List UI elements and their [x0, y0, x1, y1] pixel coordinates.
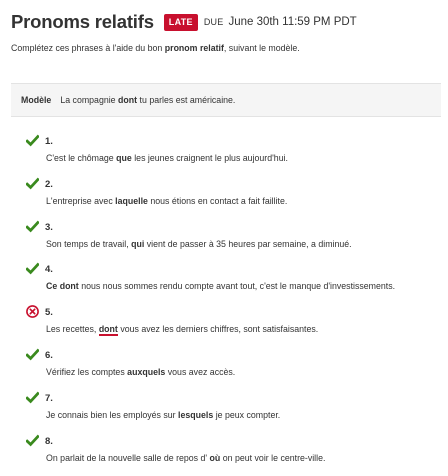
checkmark-icon: [26, 177, 39, 190]
due-date: June 30th 11:59 PM PDT: [228, 16, 357, 28]
sentence-after: je peux compter.: [213, 409, 281, 420]
item-number: 7.: [45, 392, 53, 404]
model-example: Modèle La compagnie dont tu parles est a…: [11, 83, 441, 117]
sentence-before: Je connais bien les employés sur: [46, 409, 179, 420]
answer-correct: qui: [131, 238, 145, 249]
checkmark-icon: [26, 263, 39, 275]
item-sentence: On parlait de la nouvelle salle de repos…: [46, 453, 325, 463]
answer-correct: où: [209, 452, 221, 463]
sentence-after: vous avez accès.: [165, 367, 236, 377]
page-title: Pronoms relatifs: [11, 11, 154, 32]
instructions-text: Complétez ces phrases à l'aide du bon: [11, 43, 165, 53]
x-circle-icon: [26, 305, 39, 319]
model-text-before: La compagnie: [60, 95, 119, 105]
answer-correct: Ce dont: [46, 281, 79, 292]
sentence-before: Son temps de travail,: [46, 238, 132, 249]
model-label: Modèle: [21, 95, 52, 105]
answer-correct: lesquels: [178, 409, 214, 420]
sentence-before: Les recettes,: [46, 324, 99, 335]
checkmark-icon: [26, 391, 39, 404]
item-sentence: Les recettes, dont vous avez les dernier…: [46, 324, 319, 337]
item-sentence: L'entreprise avec laquelle nous étions e…: [46, 196, 287, 206]
due-label: DUE: [203, 17, 224, 27]
checkmark-icon: [26, 220, 39, 232]
instructions: Complétez ces phrases à l'aide du bon pr…: [11, 43, 300, 53]
sentence-after: les jeunes craignent le plus aujourd'hui…: [131, 153, 288, 163]
item-number: 2.: [45, 178, 53, 190]
item-sentence: Ce dont nous nous sommes rendu compte av…: [46, 281, 395, 291]
checkmark-icon: [26, 348, 39, 361]
sentence-after: nous nous sommes rendu compte avant tout…: [78, 281, 396, 292]
item-number: 3.: [45, 221, 53, 233]
item-sentence: Vérifiez les comptes auxquels vous avez …: [46, 367, 235, 377]
sentence-after: vous avez les derniers chiffres, sont sa…: [117, 324, 319, 335]
checkmark-icon: [26, 134, 39, 147]
instructions-keyword: pronom relatif: [164, 43, 224, 53]
assignment-header: Pronoms relatifs LATE DUE June 30th 11:5…: [11, 10, 357, 34]
sentence-before: Vérifiez les comptes: [46, 367, 128, 377]
item-number: 8.: [45, 435, 53, 447]
model-sentence: La compagnie dont tu parles est américai…: [60, 95, 235, 105]
answer-correct: auxquels: [127, 367, 166, 377]
answer-incorrect: dont: [98, 324, 118, 337]
answer-correct: laquelle: [115, 195, 148, 206]
item-sentence: Je connais bien les employés sur lesquel…: [46, 410, 280, 420]
answer-correct: que: [116, 153, 132, 163]
checkmark-icon: [26, 434, 39, 446]
sentence-after: nous étions en contact a fait faillite.: [147, 195, 288, 206]
item-number: 5.: [45, 307, 53, 319]
item-number: 6.: [45, 350, 53, 361]
sentence-before: L'entreprise avec: [46, 195, 116, 206]
model-keyword: dont: [118, 95, 138, 105]
late-badge: LATE: [163, 13, 198, 31]
item-sentence: C'est le chômage que les jeunes craignen…: [46, 153, 288, 163]
instructions-text-end: , suivant le modèle.: [223, 43, 300, 53]
item-number: 4.: [45, 264, 53, 276]
sentence-after: on peut voir le centre-ville.: [220, 452, 326, 463]
sentence-after: vient de passer à 35 heures par semaine,…: [144, 238, 352, 249]
item-number: 1.: [45, 136, 53, 147]
item-sentence: Son temps de travail, qui vient de passe…: [46, 239, 352, 249]
model-text-after: tu parles est américaine.: [137, 95, 236, 105]
sentence-before: On parlait de la nouvelle salle de repos…: [46, 452, 210, 463]
sentence-before: C'est le chômage: [46, 153, 117, 163]
